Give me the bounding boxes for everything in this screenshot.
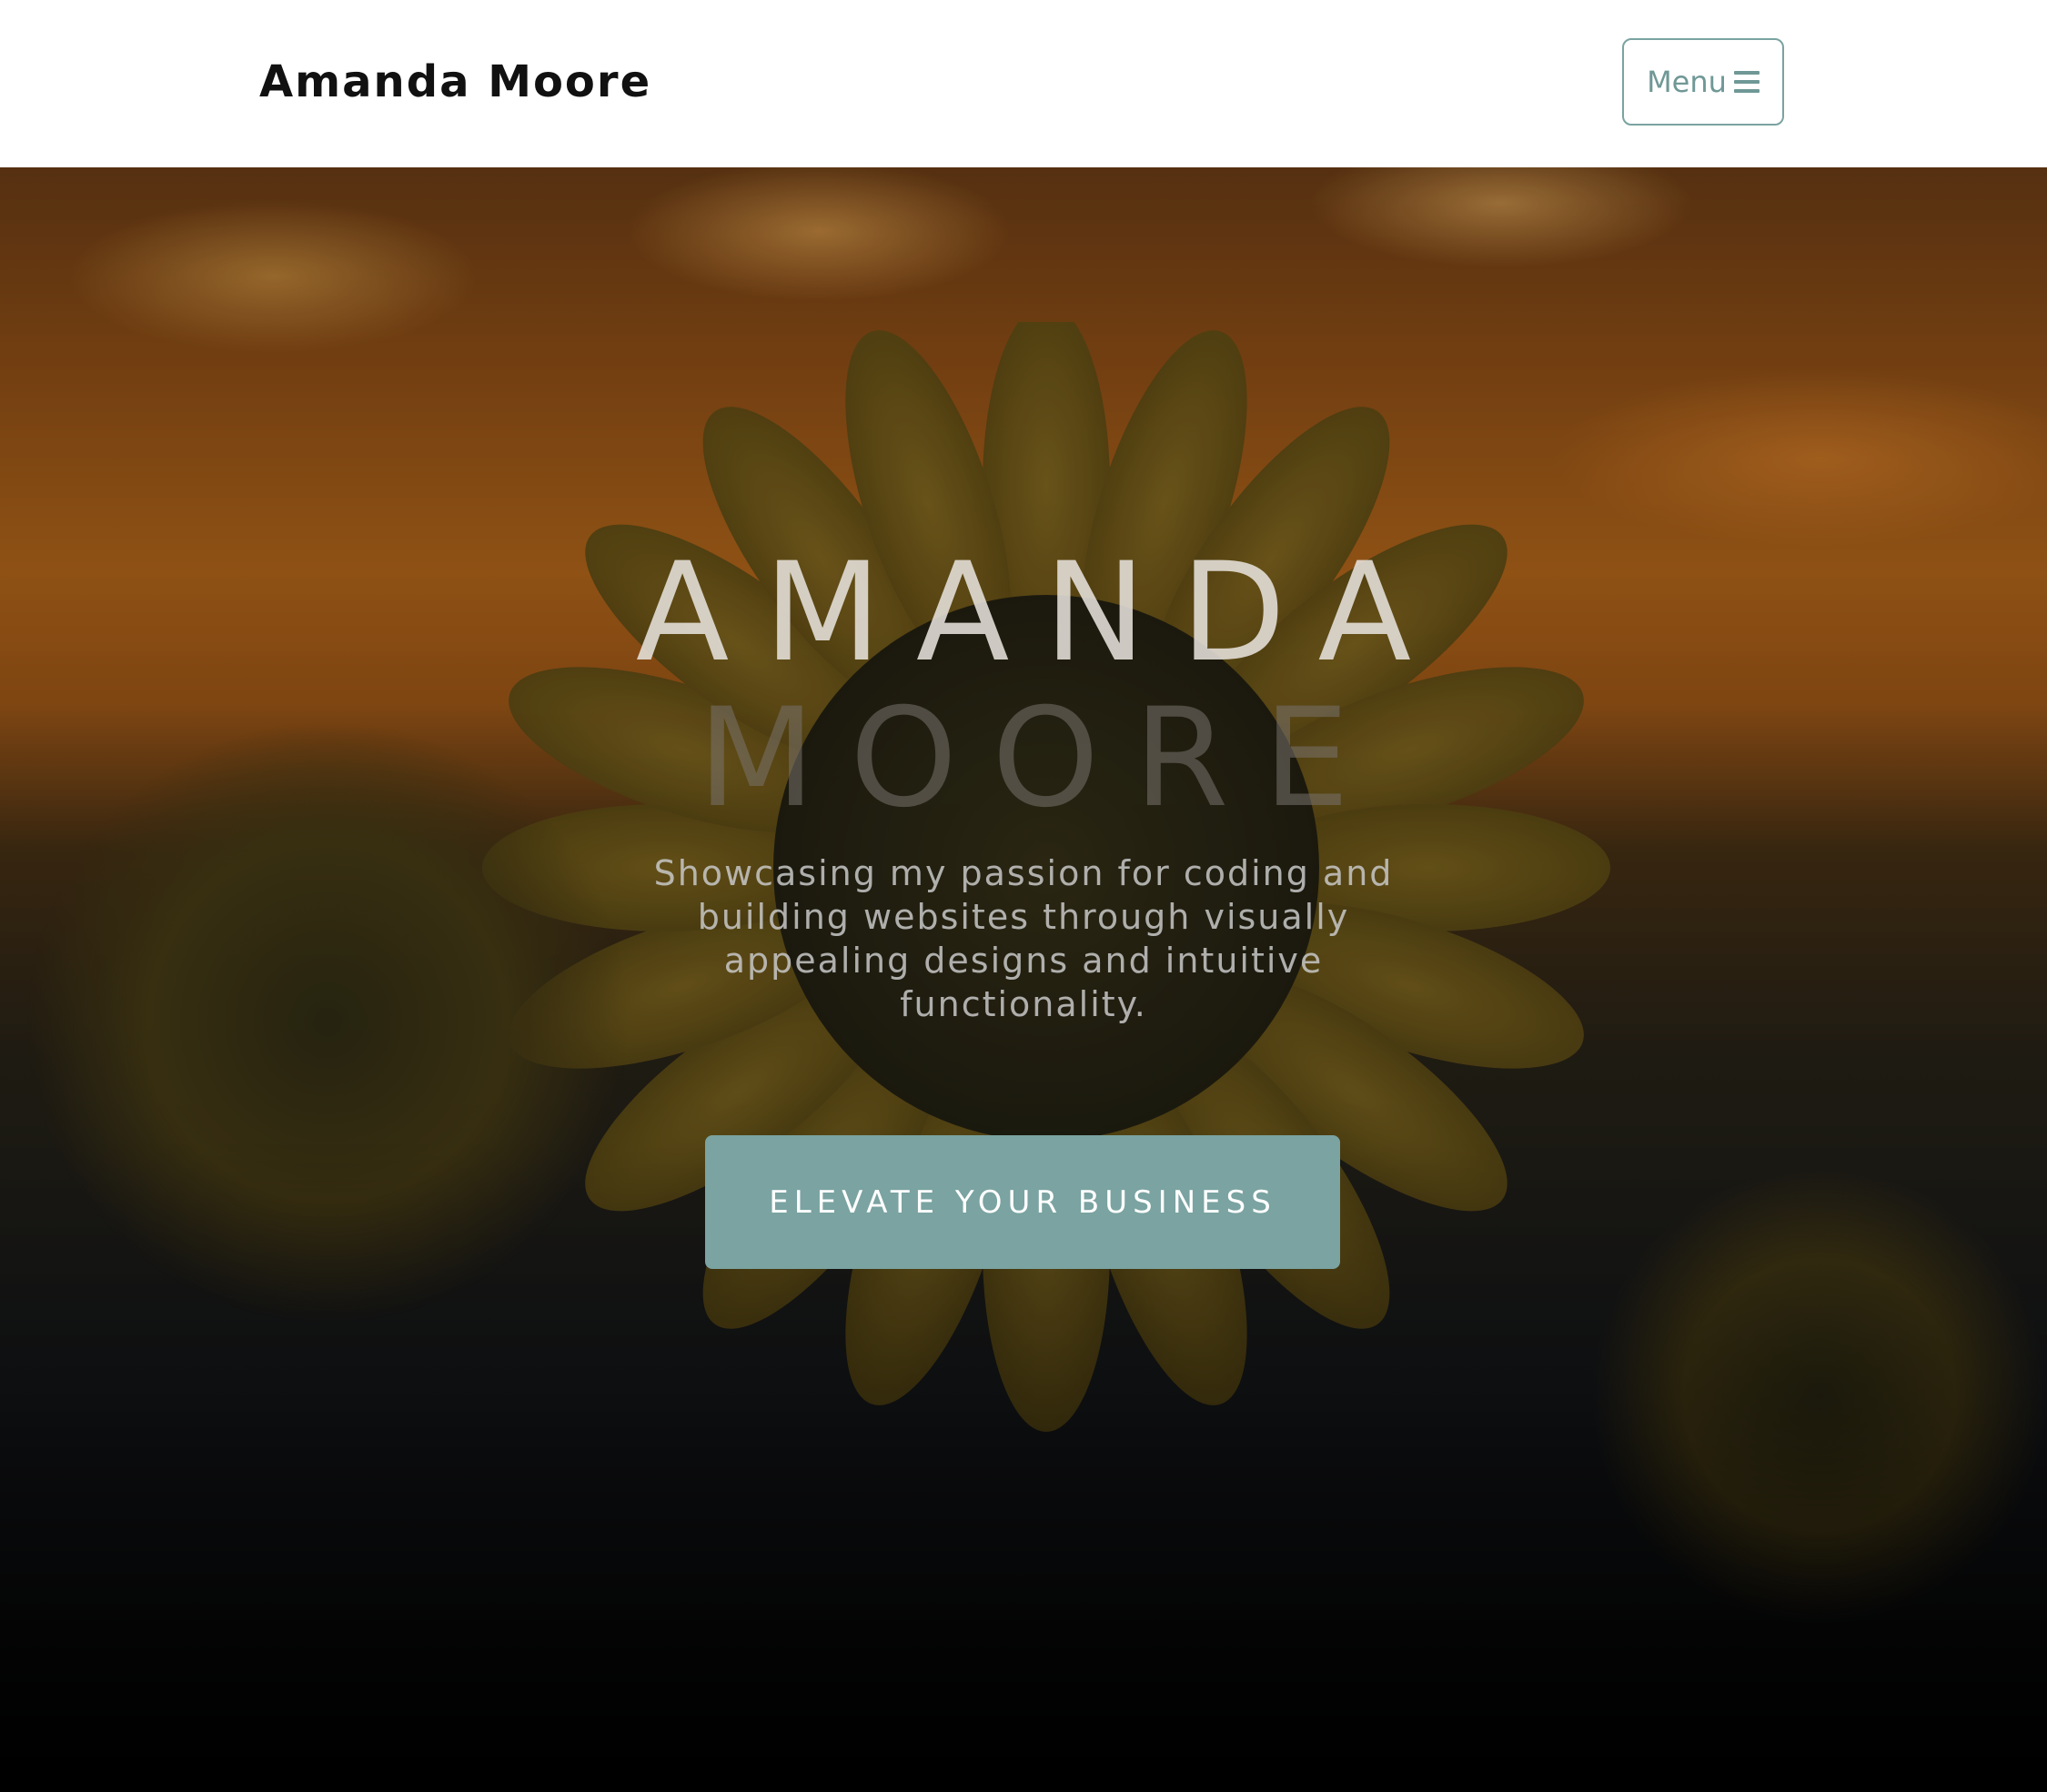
cta-button[interactable]: ELEVATE YOUR BUSINESS [705, 1135, 1340, 1269]
menu-button-label: Menu [1647, 65, 1727, 99]
hero-tagline: Showcasing my passion for coding and bui… [653, 853, 1394, 1024]
hero-section: AMANDA MOORE Showcasing my passion for c… [0, 167, 2047, 1792]
brand-name[interactable]: Amanda Moore [259, 53, 651, 111]
navbar: Amanda Moore Menu [0, 0, 2047, 167]
menu-button[interactable]: Menu [1622, 38, 1784, 126]
hero-title-first: AMANDA [635, 534, 1447, 692]
bars-icon [1733, 71, 1760, 93]
hero-title-last: MOORE [697, 680, 1385, 838]
